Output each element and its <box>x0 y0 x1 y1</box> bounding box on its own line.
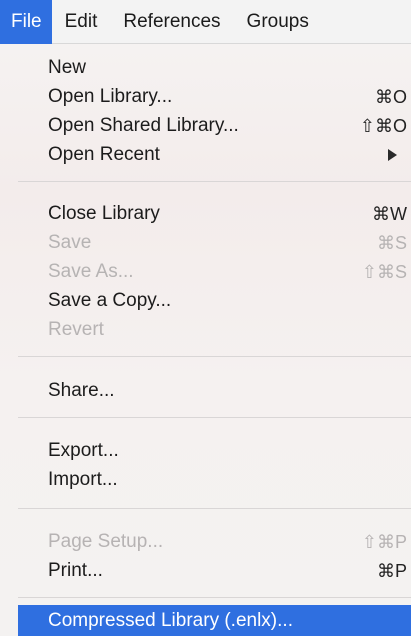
menubar-edit[interactable]: Edit <box>52 0 111 44</box>
menu-item-label: Save <box>48 232 92 253</box>
menu-item-share[interactable]: Share... <box>18 376 411 406</box>
menu-item-label: Print... <box>48 560 103 581</box>
menu-item-label: Save a Copy... <box>48 290 172 311</box>
menu-item-label: New <box>48 57 87 78</box>
menu-item-shortcut: ⌘O <box>374 86 407 107</box>
menu-item-print[interactable]: Print... ⌘P <box>18 556 411 586</box>
menu-item-label: Close Library <box>48 203 160 224</box>
menu-item-label: Export... <box>48 440 119 461</box>
menu-item-shortcut: ⌘W <box>372 203 407 224</box>
menu-item-label: Save As... <box>48 261 134 282</box>
submenu-arrow-icon <box>388 149 397 161</box>
menu-item-revert: Revert <box>18 315 411 345</box>
menu-item-save: Save ⌘S <box>18 228 411 258</box>
menu-item-new[interactable]: New <box>18 53 411 83</box>
menu-item-save-as: Save As... ⇧⌘S <box>18 257 411 287</box>
menu-separator <box>18 597 411 598</box>
menu-item-shortcut: ⇧⌘O <box>359 115 407 136</box>
menu-item-page-setup: Page Setup... ⇧⌘P <box>18 527 411 557</box>
menu-separator <box>18 356 411 357</box>
menu-separator <box>18 508 411 509</box>
menu-separator <box>18 417 411 418</box>
menu-item-label: Open Shared Library... <box>48 115 239 136</box>
menubar-references[interactable]: References <box>110 0 233 44</box>
screenshot-root: File Edit References Groups New Open Lib… <box>0 0 411 636</box>
menu-item-open-recent[interactable]: Open Recent <box>18 140 411 170</box>
menu-separator <box>18 181 411 182</box>
menu-item-open-library[interactable]: Open Library... ⌘O <box>18 82 411 112</box>
menu-bar: File Edit References Groups <box>0 0 411 44</box>
menu-item-shortcut: ⇧⌘S <box>361 261 407 282</box>
file-menu: New Open Library... ⌘O Open Shared Libra… <box>18 44 411 636</box>
menu-item-label: Import... <box>48 469 118 490</box>
menu-item-label: Open Recent <box>48 144 160 165</box>
menu-item-label: Open Library... <box>48 86 173 107</box>
menubar-groups[interactable]: Groups <box>234 0 322 44</box>
menu-item-save-a-copy[interactable]: Save a Copy... <box>18 286 411 316</box>
menu-item-compressed-library[interactable]: Compressed Library (.enlx)... <box>18 605 411 636</box>
menu-item-label: Compressed Library (.enlx)... <box>48 609 293 631</box>
menu-item-export[interactable]: Export... <box>18 436 411 466</box>
menu-item-label: Revert <box>48 319 104 340</box>
menu-item-import[interactable]: Import... <box>18 465 411 495</box>
menubar-file[interactable]: File <box>0 0 52 44</box>
menu-item-shortcut: ⌘S <box>376 232 407 253</box>
menu-item-shortcut: ⇧⌘P <box>361 531 407 552</box>
menu-item-open-shared-library[interactable]: Open Shared Library... ⇧⌘O <box>18 111 411 141</box>
menu-item-shortcut: ⌘P <box>376 560 407 581</box>
menu-item-close-library[interactable]: Close Library ⌘W <box>18 199 411 229</box>
menu-item-label: Page Setup... <box>48 531 164 552</box>
menu-item-label: Share... <box>48 380 115 401</box>
